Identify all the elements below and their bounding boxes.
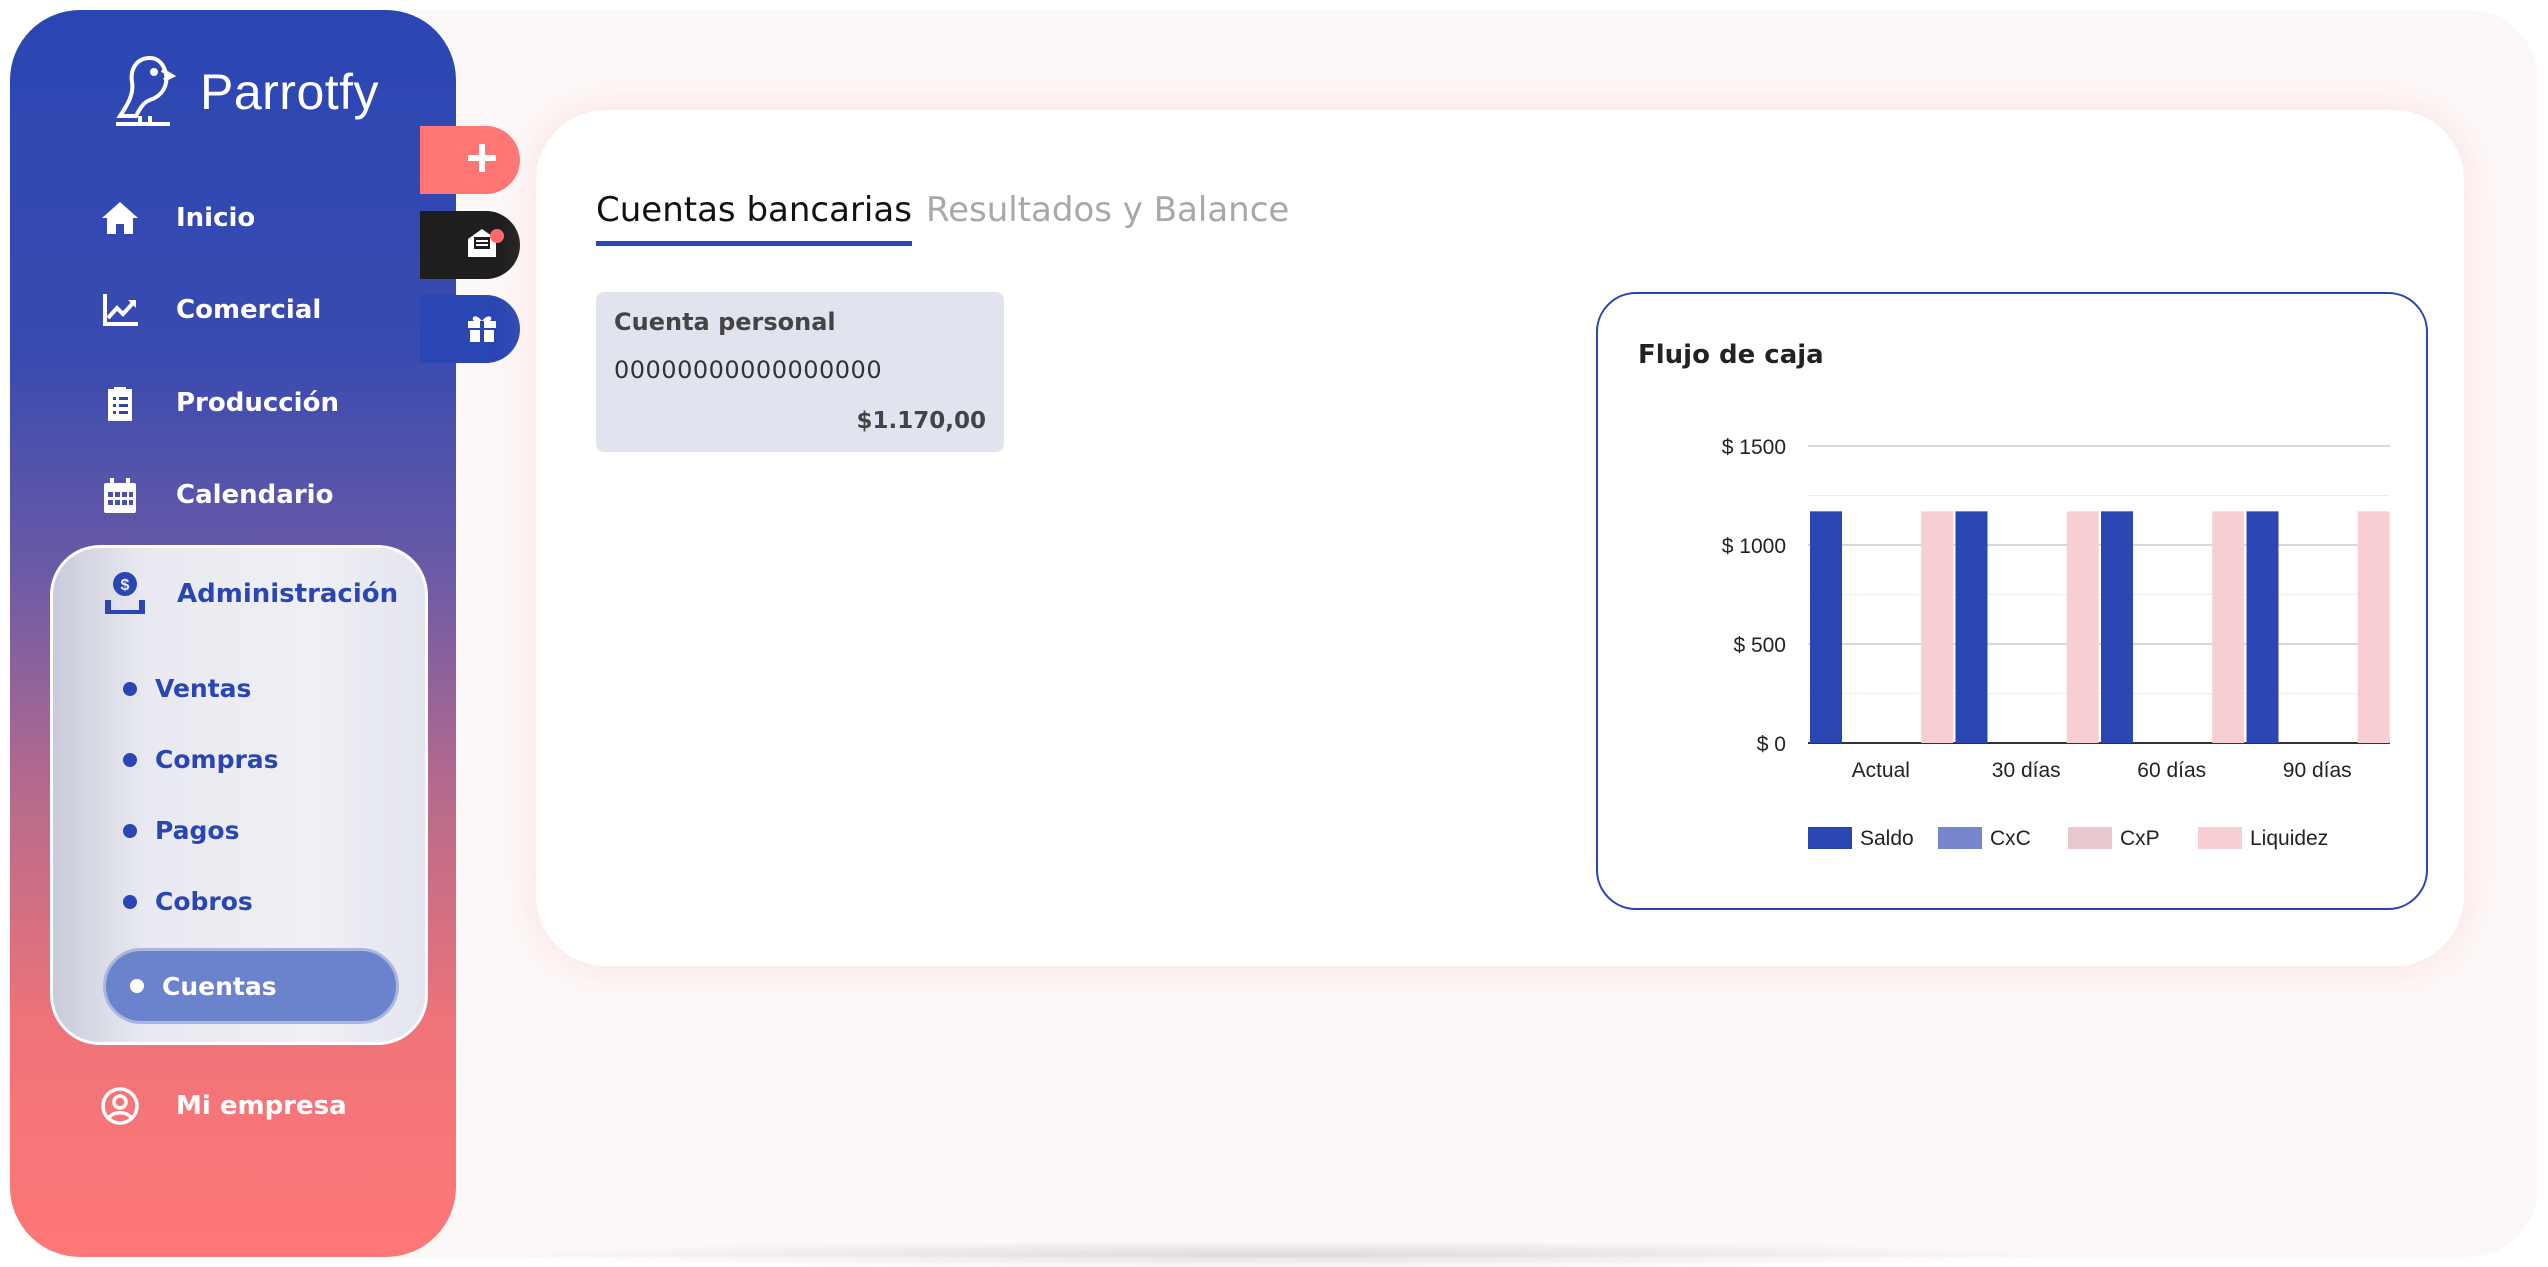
- x-tick-label: 30 días: [1992, 759, 2061, 782]
- x-tick-label: 60 días: [2137, 759, 2206, 782]
- svg-text:$: $: [121, 577, 130, 594]
- sidebar-subitem-cobros[interactable]: Cobros: [123, 887, 253, 916]
- sidebar-item-administracion[interactable]: $ Administración: [103, 570, 398, 618]
- bar-saldo: [2246, 511, 2279, 743]
- sidebar-item-label: Producción: [176, 388, 339, 418]
- user-circle-icon: [98, 1084, 142, 1128]
- sidebar-item-label: Administración: [177, 579, 399, 609]
- plus-icon: [464, 140, 500, 180]
- sidebar-subitem-label: Compras: [155, 745, 279, 774]
- clipboard-icon: [98, 381, 142, 425]
- x-tick-label: 90 días: [2283, 759, 2352, 782]
- cash-flow-chart: $ 0 $ 500 $ 1000 $ 1500 Actual 30 días 60 días…: [1722, 436, 2390, 850]
- legend-swatch-cxc: [1938, 827, 1982, 849]
- messages-button[interactable]: [420, 211, 520, 279]
- legend-label: CxP: [2120, 827, 2160, 850]
- bank-account-card[interactable]: Cuenta personal 00000000000000000 $1.170…: [596, 292, 1004, 452]
- bar-liquidez: [2357, 511, 2390, 743]
- chart-line-icon: [98, 288, 142, 332]
- sidebar-subitem-ventas[interactable]: Ventas: [123, 674, 251, 703]
- gift-icon: [464, 309, 500, 349]
- y-tick-label: $ 1500: [1722, 436, 1786, 459]
- account-number: 00000000000000000: [614, 356, 883, 384]
- legend-swatch-cxp: [2068, 827, 2112, 849]
- y-tick-label: $ 500: [1733, 634, 1786, 657]
- notification-dot: [490, 229, 504, 243]
- bullet-icon: [130, 979, 144, 993]
- money-hand-icon: $: [103, 570, 147, 618]
- bar-liquidez: [2212, 511, 2245, 743]
- bottom-shadow: [500, 1240, 2060, 1267]
- legend-label: CxC: [1990, 827, 2031, 850]
- sidebar-subitem-label: Pagos: [155, 816, 240, 845]
- calendar-icon: [98, 473, 142, 517]
- account-name: Cuenta personal: [614, 308, 836, 336]
- cash-flow-chart-card: Flujo de caja $ 0 $ 500 $ 1000 $ 1500 Actual…: [1596, 292, 2428, 910]
- bullet-icon: [123, 894, 137, 909]
- sidebar-item-produccion[interactable]: Producción: [98, 381, 339, 425]
- app-name: Parrotfy: [200, 64, 380, 120]
- sidebar-item-comercial[interactable]: Comercial: [98, 288, 321, 332]
- sidebar-subitem-pagos[interactable]: Pagos: [123, 816, 239, 845]
- x-tick-label: Actual: [1852, 759, 1910, 782]
- main-panel: Cuentas bancarias Resultados y Balance C…: [536, 110, 2464, 966]
- legend-label: Liquidez: [2250, 827, 2328, 850]
- sidebar-subitem-label: Cuentas: [162, 971, 277, 1001]
- sidebar-item-label: Comercial: [176, 295, 322, 325]
- parrot-logo-icon: [110, 50, 190, 134]
- sidebar-item-mi-empresa[interactable]: Mi empresa: [98, 1084, 347, 1128]
- sidebar-item-inicio[interactable]: Inicio: [98, 196, 255, 240]
- sidebar-subitem-cuentas[interactable]: Cuentas: [103, 948, 399, 1024]
- tab-resultados-balance[interactable]: Resultados y Balance: [926, 190, 1289, 230]
- bullet-icon: [123, 681, 137, 696]
- bullet-icon: [123, 823, 137, 838]
- legend-swatch-saldo: [1808, 827, 1852, 849]
- sidebar-item-label: Inicio: [176, 203, 256, 233]
- sidebar-item-calendario[interactable]: Calendario: [98, 473, 333, 517]
- sidebar-subitem-label: Ventas: [155, 674, 252, 703]
- y-tick-label: $ 1000: [1722, 535, 1786, 558]
- add-button[interactable]: [420, 126, 520, 194]
- account-balance: $1.170,00: [856, 408, 987, 434]
- legend-label: Saldo: [1860, 827, 1914, 850]
- sidebar-group-administracion: $ Administración Ventas Compras Pagos Co…: [50, 545, 428, 1045]
- logo[interactable]: Parrotfy: [110, 50, 379, 134]
- bar-saldo: [1955, 511, 1988, 743]
- legend-swatch-liquidez: [2198, 827, 2242, 849]
- sidebar: Parrotfy Inicio Comercial Producción Cal…: [10, 10, 456, 1257]
- bar-saldo: [1810, 511, 1842, 743]
- home-icon: [98, 196, 142, 240]
- bullet-icon: [123, 752, 137, 767]
- gift-button[interactable]: [420, 295, 520, 363]
- bar-saldo: [2101, 511, 2133, 743]
- y-tick-label: $ 0: [1757, 733, 1786, 756]
- tab-cuentas-bancarias[interactable]: Cuentas bancarias: [596, 190, 912, 246]
- bar-liquidez: [2066, 511, 2099, 743]
- sidebar-subitem-label: Cobros: [155, 887, 253, 916]
- sidebar-item-label: Calendario: [176, 480, 334, 510]
- sidebar-item-label: Mi empresa: [176, 1091, 347, 1121]
- sidebar-subitem-compras[interactable]: Compras: [123, 745, 279, 774]
- bar-liquidez: [1921, 511, 1954, 743]
